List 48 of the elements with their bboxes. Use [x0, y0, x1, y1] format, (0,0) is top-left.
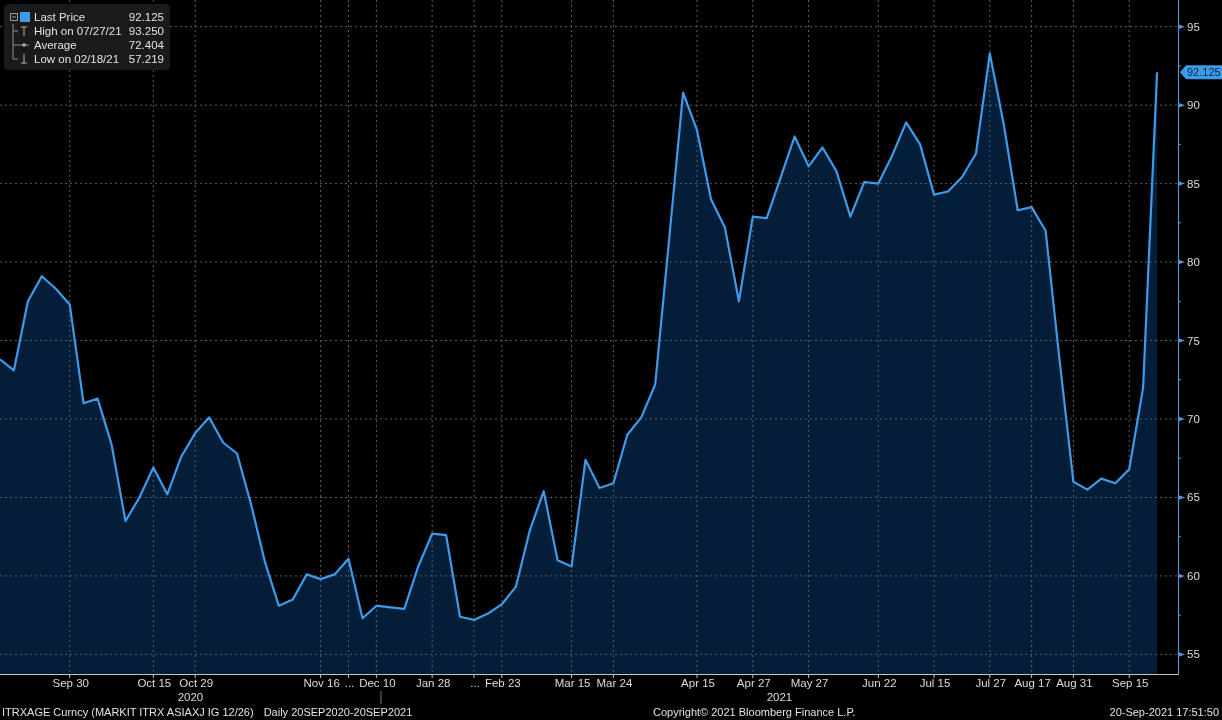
collapse-icon[interactable]	[10, 13, 18, 21]
x-tick-label: ...	[344, 677, 355, 689]
low-marker-icon	[9, 52, 29, 66]
x-tick-label: Sep 15	[1112, 677, 1149, 689]
x-tick-label: Mar 15	[554, 677, 591, 689]
legend-label: Low on 02/18/21	[34, 52, 121, 66]
legend-label: High on 07/27/21	[34, 24, 123, 38]
x-tick-label: Apr 15	[681, 677, 715, 689]
x-tick-label: Jan 28	[415, 677, 451, 689]
y-tick-label: 55	[1187, 648, 1200, 661]
x-tick-label: Nov 16	[303, 677, 340, 689]
x-tick-label: May 27	[790, 677, 829, 689]
x-tick-label: ...	[470, 677, 480, 689]
y-tick-label: 95	[1187, 20, 1200, 33]
average-marker-icon	[9, 38, 29, 52]
y-tick-label: 70	[1187, 413, 1200, 425]
x-tick-label: Dec 10	[359, 677, 396, 689]
x-tick-label: Oct 29	[179, 677, 214, 689]
x-tick-label: Aug 31	[1056, 677, 1093, 689]
x-tick-label: Apr 27	[736, 677, 771, 689]
y-tick-label: 65	[1187, 491, 1200, 504]
timestamp: 20-Sep-2021 17:51:50	[1109, 706, 1219, 718]
x-tick-label: Sep 30	[52, 677, 89, 689]
copyright-notice: Copyright© 2021 Bloomberg Finance L.P.	[653, 706, 857, 718]
x-tick-label: Aug 17	[1014, 677, 1051, 689]
x-tick-label: Mar 24	[596, 677, 633, 689]
legend-value: 93.250	[128, 24, 164, 38]
y-tick-label: 80	[1187, 256, 1200, 269]
x-tick-label: Jul 27	[975, 677, 1007, 689]
legend-value: 92.125	[128, 10, 164, 24]
y-tick-label: 85	[1187, 177, 1200, 190]
legend-value: 57.219	[128, 52, 164, 66]
y-tick-label: 60	[1187, 569, 1200, 582]
year-label: 2021	[766, 691, 793, 703]
legend-value: 72.404	[128, 38, 164, 52]
y-tick-label: 75	[1187, 334, 1200, 347]
x-tick-label: Jul 15	[919, 677, 951, 689]
legend-label: Last Price	[34, 10, 87, 24]
last-price-tag: 92.125	[1180, 65, 1222, 80]
security-description: ITRXAGE Curncy (MARKIT ITRX ASIAXJ IG 12/26)	[2, 706, 254, 718]
y-tick-label: 90	[1187, 99, 1200, 112]
date-range: Daily 20SEP2020-20SEP2021	[263, 706, 413, 718]
legend-label: Average	[34, 38, 78, 52]
x-tick-label: Feb 23	[484, 677, 521, 689]
x-tick-label: Oct 15	[137, 677, 172, 689]
high-marker-icon	[9, 24, 29, 38]
x-tick-label: Jun 22	[862, 677, 897, 689]
year-label: 2020	[177, 691, 204, 703]
